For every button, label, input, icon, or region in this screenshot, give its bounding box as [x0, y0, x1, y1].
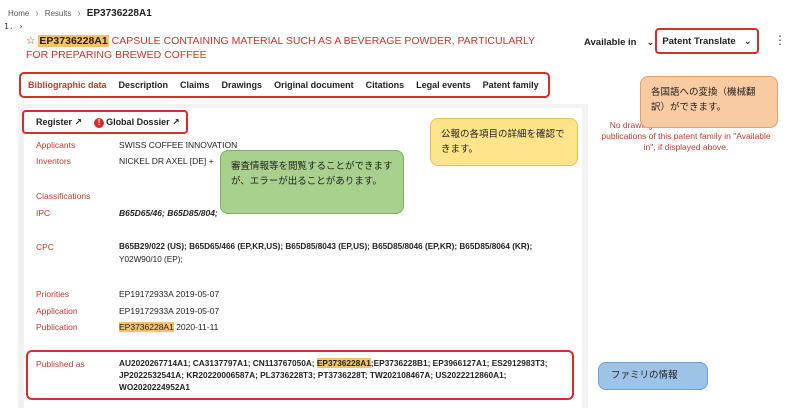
- result-index: 1. ›: [4, 22, 24, 31]
- tab-drawings[interactable]: Drawings: [216, 80, 269, 90]
- external-links: Register ↗ ! Global Dossier ↗: [22, 110, 188, 134]
- publication-number: EP3736228A1: [38, 35, 109, 47]
- publication-value: EP3736228A1 2020-11-11: [119, 322, 219, 332]
- applicants-label: Applicants: [36, 140, 76, 150]
- chevron-right-icon: ›: [35, 7, 39, 19]
- breadcrumb: Home › Results › EP3736228A1: [8, 6, 152, 20]
- more-options-icon[interactable]: ⋮: [774, 34, 786, 46]
- tab-claims[interactable]: Claims: [174, 80, 216, 90]
- breadcrumb-results[interactable]: Results: [45, 9, 72, 18]
- star-icon[interactable]: ☆: [26, 35, 35, 47]
- applicants-value: SWISS COFFEE INNOVATION: [119, 140, 238, 150]
- tab-description[interactable]: Description: [113, 80, 175, 90]
- priorities-value: EP19172933A 2019-05-07: [119, 289, 220, 299]
- chevron-right-icon: ›: [18, 22, 24, 31]
- callout-translate: 各国語への変換（機械翻訳）ができます。: [640, 76, 778, 128]
- global-dossier-link[interactable]: ! Global Dossier ↗: [94, 117, 180, 128]
- patent-translate-label: Patent Translate: [662, 35, 736, 47]
- cpc-label: CPC: [36, 242, 54, 252]
- ipc-value[interactable]: B65D65/46; B65D85/804;: [119, 208, 218, 218]
- chevron-down-icon: ⌄: [743, 35, 752, 47]
- callout-family: ファミリの情報: [598, 362, 708, 390]
- publication-label: Publication: [36, 322, 78, 332]
- tab-citations[interactable]: Citations: [360, 80, 411, 90]
- available-in-dropdown[interactable]: Available in ⌄: [584, 37, 654, 48]
- tab-patent-family[interactable]: Patent family: [477, 80, 545, 90]
- inventors-value[interactable]: NICKEL DR AXEL [DE] +: [119, 156, 214, 166]
- register-link[interactable]: Register ↗: [36, 117, 82, 128]
- chevron-down-icon: ⌄: [646, 37, 655, 48]
- callout-tabs: 公報の各項目の詳細を確認できます。: [430, 118, 578, 166]
- cpc-value-continued[interactable]: Y02W90/10 (EP);: [119, 255, 183, 264]
- page-title: ☆ EP3736228A1 CAPSULE CONTAINING MATERIAL…: [26, 34, 546, 62]
- chevron-right-icon: ›: [77, 7, 81, 19]
- application-value: EP19172933A 2019-05-07: [119, 306, 220, 316]
- tab-bibliographic-data[interactable]: Bibliographic data: [28, 80, 113, 90]
- application-label: Application: [36, 306, 78, 316]
- available-in-label: Available in: [584, 37, 637, 48]
- classifications-label: Classifications: [36, 191, 91, 201]
- ipc-label: IPC: [36, 208, 51, 218]
- error-icon: !: [94, 117, 105, 128]
- published-as-value[interactable]: AU2020267714A1; CA3137797A1; CN113767050…: [119, 357, 569, 393]
- inventors-label: Inventors: [36, 156, 71, 166]
- document-tabs: Bibliographic data Description Claims Dr…: [19, 72, 550, 98]
- breadcrumb-home[interactable]: Home: [8, 9, 29, 18]
- priorities-label: Priorities: [36, 289, 70, 299]
- patent-translate-button[interactable]: Patent Translate ⌄: [655, 28, 759, 54]
- published-as-label: Published as: [36, 359, 85, 369]
- tab-legal-events[interactable]: Legal events: [410, 80, 477, 90]
- cpc-value[interactable]: B65B29/022 (US); B65D65/466 (EP,KR,US); …: [119, 242, 532, 251]
- breadcrumb-current: EP3736228A1: [86, 7, 152, 19]
- callout-dossier: 審査情報等を閲覧することができますが、エラーが出ることがあります。: [220, 150, 404, 214]
- tab-original-document[interactable]: Original document: [268, 80, 360, 90]
